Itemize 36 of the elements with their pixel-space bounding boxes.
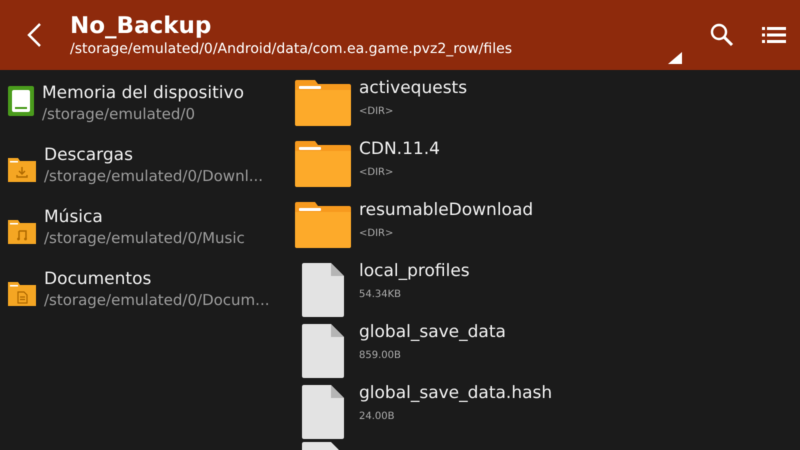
location-path: /storage/emulated/0/Docum...	[44, 290, 270, 310]
file-info: 24.00B	[359, 410, 396, 424]
storage-icon	[8, 86, 34, 116]
location-path: /storage/emulated/0/Downl...	[44, 166, 264, 186]
back-icon	[26, 22, 42, 48]
file-name[interactable]: resumableDownload	[359, 198, 534, 222]
location-name[interactable]: Música	[44, 206, 245, 228]
file-name[interactable]: local_profiles	[359, 259, 470, 283]
file-info: <DIR>	[359, 105, 394, 119]
location-path: /storage/emulated/0/Music	[44, 228, 245, 248]
file-icon	[302, 263, 344, 317]
file-info: <DIR>	[359, 227, 394, 241]
menu-icon	[762, 26, 786, 44]
location-path: /storage/emulated/0	[42, 104, 196, 124]
search-icon	[710, 23, 734, 47]
download-folder-icon	[8, 156, 36, 182]
file-name[interactable]: global_save_data.hash	[359, 381, 552, 405]
folder-icon	[295, 202, 351, 248]
location-name[interactable]: Memoria del dispositivo	[42, 82, 244, 104]
file-info: 859.00B	[359, 349, 402, 363]
folder-path: /storage/emulated/0/Android/data/com.ea.game.pvz2_row/files	[70, 40, 514, 58]
file-info: 54.34KB	[359, 288, 402, 302]
music-folder-icon	[8, 218, 36, 244]
document-folder-icon	[8, 280, 36, 306]
location-name[interactable]: Descargas	[44, 144, 264, 166]
file-name[interactable]: CDN.11.4	[359, 137, 440, 161]
folder-icon	[295, 80, 351, 126]
file-name[interactable]: activequests	[359, 76, 468, 100]
file-icon	[302, 324, 344, 378]
location-name[interactable]: Documentos	[44, 268, 270, 290]
folder-title: No_Backup	[70, 12, 212, 40]
file-name[interactable]: global_save_data	[359, 320, 506, 344]
file-icon	[302, 385, 344, 439]
file-info: <DIR>	[359, 166, 394, 180]
folder-icon	[295, 141, 351, 187]
corner-triangle-icon	[668, 52, 682, 64]
